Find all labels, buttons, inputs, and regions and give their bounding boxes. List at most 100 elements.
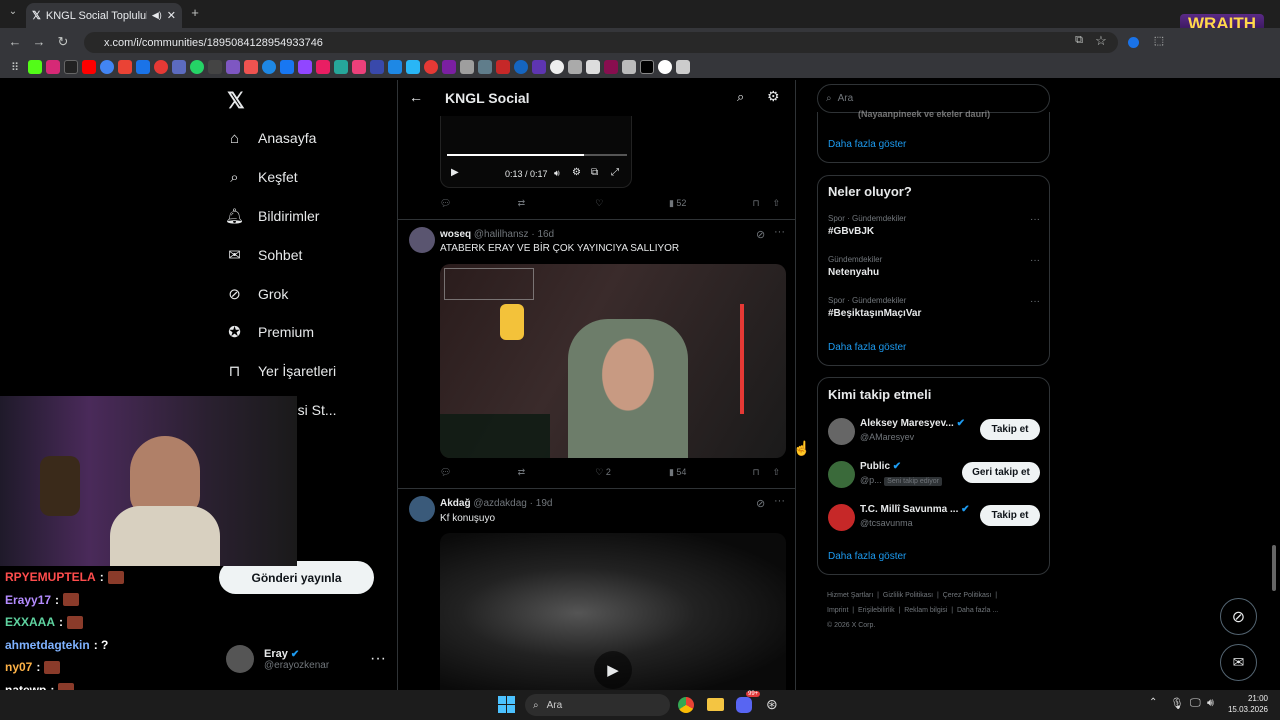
tab-search-icon[interactable]: ⌄ — [4, 6, 22, 17]
post-author[interactable]: woseq — [440, 229, 471, 240]
bookmark-icon-26[interactable] — [478, 60, 492, 74]
footer-imprint[interactable]: Imprint — [827, 607, 848, 614]
trend-item[interactable]: Gündemdekiler Netenyahu ··· — [828, 255, 1040, 278]
bookmark-icon[interactable]: ⊓ — [753, 467, 773, 478]
windows-start-icon[interactable] — [498, 696, 515, 713]
network-icon[interactable]: 🖵 — [1190, 697, 1201, 710]
audio-icon[interactable]: ◀) — [152, 10, 162, 21]
page-scrollbar[interactable] — [1272, 545, 1276, 591]
bookmark-icon-11[interactable] — [208, 60, 222, 74]
nav-item-5[interactable]: ✪ Premium — [226, 316, 314, 348]
post-image[interactable] — [440, 264, 786, 458]
bookmark-icon-24[interactable] — [442, 60, 456, 74]
nav-item-3[interactable]: ✉ Sohbet — [226, 239, 302, 271]
reload-icon[interactable]: ↻ — [54, 34, 72, 50]
discord-icon[interactable] — [736, 697, 752, 713]
bookmark-icon-7[interactable] — [136, 60, 150, 74]
like-icon[interactable]: ♡ — [595, 198, 669, 209]
bookmark-icon-23[interactable] — [424, 60, 438, 74]
follow-name[interactable]: Public — [860, 461, 890, 472]
bookmark-icon-21[interactable] — [388, 60, 402, 74]
post-age[interactable]: 19d — [536, 498, 553, 509]
nav-item-2[interactable]: 🔔︎ Bildirimler — [225, 200, 319, 232]
gmail-bookmark-icon[interactable] — [118, 60, 132, 74]
google-bookmark-icon[interactable] — [100, 60, 114, 74]
bookmark-icon-37[interactable] — [676, 60, 690, 74]
settings-icon[interactable]: ⚙ — [767, 88, 780, 105]
nav-item-4[interactable]: ⊘ Grok — [226, 278, 288, 310]
follow-suggestion[interactable]: T.C. Millî Savunma ... ✔ @tcsavunma Takip … — [828, 502, 1040, 536]
follow-name[interactable]: T.C. Millî Savunma ... — [860, 504, 958, 515]
x-bookmark-icon[interactable] — [64, 60, 78, 74]
nav-item-1[interactable]: ⌕ Keşfet — [226, 161, 297, 193]
views-count[interactable]: ▮ 52 — [669, 198, 753, 209]
post-more-icon[interactable]: ··· — [774, 226, 785, 238]
follow-handle[interactable]: @tcsavunma — [860, 518, 913, 528]
post-avatar[interactable] — [409, 227, 435, 253]
footer-cookies[interactable]: Çerez Politikası — [943, 592, 992, 599]
trend-more-icon[interactable]: ··· — [1030, 255, 1040, 266]
bookmark-icon-32[interactable] — [586, 60, 600, 74]
post-age[interactable]: 16d — [537, 229, 554, 240]
fullscreen-icon[interactable]: ⤢ — [611, 167, 619, 178]
follow-name[interactable]: Aleksey Maresyev... — [860, 418, 954, 429]
bookmark-icon-12[interactable] — [226, 60, 240, 74]
bookmark-icon-14[interactable] — [262, 60, 276, 74]
extensions-icon[interactable]: ⬚ — [1150, 34, 1168, 47]
video-player[interactable]: ▶ 0:13 / 0:17 🔊︎ ⚙ ⧉ ⤢ — [440, 116, 632, 188]
share-icon[interactable]: ⇧ — [772, 467, 780, 478]
grok-post-icon[interactable]: ⊘ — [756, 228, 765, 241]
bookmark-icon-18[interactable] — [334, 60, 348, 74]
trend-item[interactable]: Spor · Gündemdekiler #BeşiktaşınMaçıVar ··… — [828, 296, 1040, 319]
clock[interactable]: 21:00 15.03.2026 — [1226, 693, 1268, 715]
follow-handle[interactable]: @p... — [860, 475, 882, 485]
bookmark-icon-20[interactable] — [370, 60, 384, 74]
follow-suggestion[interactable]: Public ✔ @p... Seni takip ediyor Geri taki… — [828, 459, 1040, 493]
video-progress-track[interactable] — [447, 154, 627, 156]
browser-tab[interactable]: 𝕏 KNGL Social Topluluk / X ◀) ✕ — [26, 3, 182, 28]
facebook-bookmark-icon[interactable] — [280, 60, 294, 74]
follow-button[interactable]: Takip et — [980, 505, 1040, 526]
footer-ads[interactable]: Reklam bilgisi — [904, 607, 947, 614]
more-icon[interactable]: ··· — [370, 650, 386, 668]
bookmark-icon-30[interactable] — [550, 60, 564, 74]
trend-more-icon[interactable]: ··· — [1030, 296, 1040, 307]
speaker-icon[interactable]: 🔊︎ — [1207, 697, 1214, 710]
play-button-icon[interactable]: ▶ — [594, 651, 632, 689]
bookmark-icon-34[interactable] — [622, 60, 636, 74]
avatar[interactable] — [828, 461, 855, 488]
extension-icon[interactable] — [1128, 37, 1139, 48]
bookmark-icon-36[interactable] — [658, 60, 672, 74]
post-more-icon[interactable]: ··· — [774, 495, 785, 507]
pip-icon[interactable]: ⧉ — [591, 167, 598, 178]
instagram-bookmark-icon[interactable] — [46, 60, 60, 74]
post-handle[interactable]: @azdakdag — [473, 498, 527, 509]
trends-show-more-link[interactable]: Daha fazla göster — [828, 342, 906, 353]
like-button[interactable]: ♡ 2 — [595, 467, 669, 478]
play-icon[interactable]: ▶ — [451, 167, 459, 178]
reply-icon[interactable]: 💬︎ — [440, 198, 518, 209]
bookmark-icon-13[interactable] — [244, 60, 258, 74]
grok-fab-icon[interactable]: ⊘ — [1220, 598, 1257, 635]
nav-item-0[interactable]: ⌂ Anasayfa — [226, 122, 316, 154]
bookmark-icon-27[interactable] — [496, 60, 510, 74]
bookmark-icon-9[interactable] — [172, 60, 186, 74]
bookmark-icon-17[interactable] — [316, 60, 330, 74]
avatar[interactable] — [828, 504, 855, 531]
avatar[interactable] — [828, 418, 855, 445]
trend-item[interactable]: Spor · Gündemdekiler #GBvBJK ··· — [828, 214, 1040, 237]
bookmark-icon-22[interactable] — [406, 60, 420, 74]
apps-icon[interactable]: ⠿ — [6, 61, 24, 74]
new-tab-button[interactable]: + — [186, 5, 204, 20]
tab-close-icon[interactable]: ✕ — [167, 9, 176, 22]
follow-handle[interactable]: @AMaresyev — [860, 432, 914, 442]
account-switcher[interactable]: Eray ✔ @erayozkenar ··· — [226, 643, 386, 675]
footer-accessibility[interactable]: Erişilebilirlik — [858, 607, 895, 614]
youtube-bookmark-icon[interactable] — [82, 60, 96, 74]
footer-more[interactable]: Daha fazla ... — [957, 607, 998, 614]
taskbar-search[interactable]: ⌕ Ara — [525, 694, 670, 716]
twitch-bookmark-icon[interactable] — [298, 60, 312, 74]
bookmark-icon-31[interactable] — [568, 60, 582, 74]
bookmark-icon-29[interactable] — [532, 60, 546, 74]
follow-show-more-link[interactable]: Daha fazla göster — [828, 551, 906, 562]
